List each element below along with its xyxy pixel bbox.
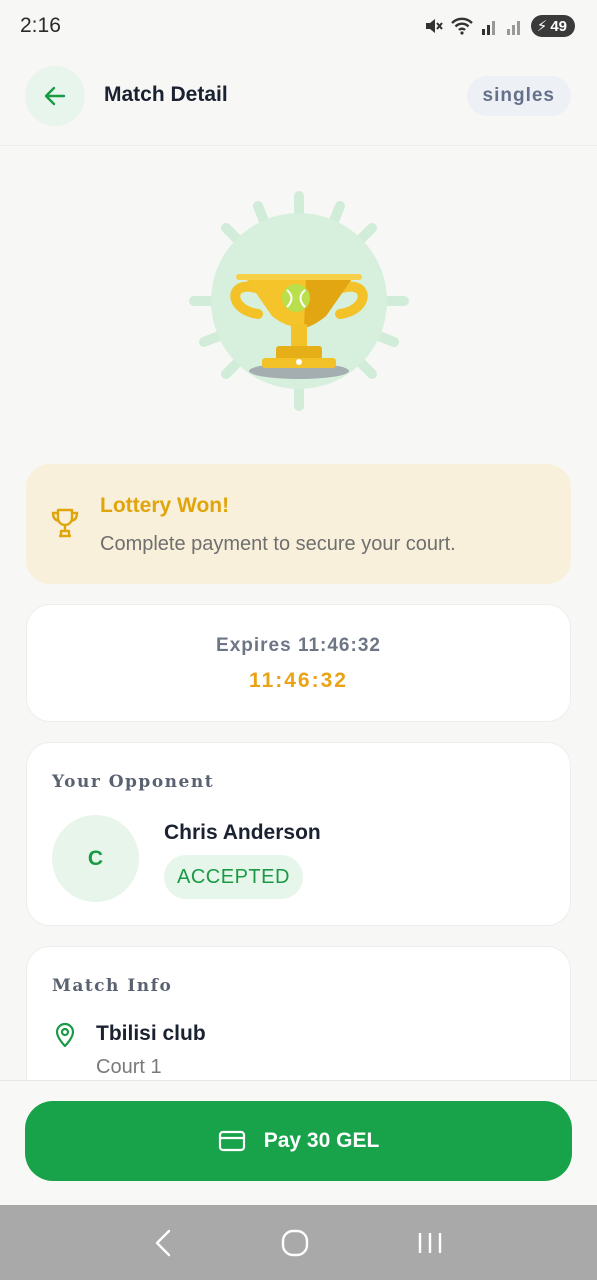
status-bar: 2:16 ⚡ 49 [0,0,597,52]
mute-icon [425,19,443,33]
pay-button[interactable]: Pay 30 GEL [25,1101,572,1181]
nav-back-icon[interactable] [152,1228,176,1258]
match-type-chip: singles [466,76,571,116]
opponent-section-label: Your Opponent [52,772,215,792]
back-arrow-icon [44,86,66,106]
location-pin-icon [55,1022,75,1048]
trophy-illustration [186,188,412,414]
opponent-card: Your Opponent C Chris Anderson ACCEPTED [26,742,571,926]
page-title: Match Detail [104,83,228,106]
nav-home-icon[interactable] [280,1228,310,1258]
trophy-icon [51,508,79,538]
expires-label: Expires 11:46:32 [216,635,381,656]
expiry-card: Expires 11:46:32 11:46:32 [26,604,571,722]
wifi-icon [450,17,473,35]
nav-recents-icon[interactable] [415,1228,445,1258]
lottery-title: Lottery Won! [100,494,230,517]
opponent-name: Chris Anderson [164,821,321,844]
credit-card-icon [218,1130,245,1152]
match-info-section-label: Match Info [52,976,173,996]
opponent-status-badge: ACCEPTED [164,855,303,899]
lottery-won-banner: Lottery Won! Complete payment to secure … [26,464,571,584]
signal-icon-1 [481,21,495,35]
payment-bar: Pay 30 GEL [0,1080,597,1205]
charging-icon: ⚡ [536,18,548,35]
court-name: Court 1 [96,1056,162,1078]
battery-level: 49 [550,17,567,35]
status-icons: ⚡ 49 [423,15,575,37]
opponent-avatar: C [52,815,139,902]
status-time: 2:16 [20,14,61,37]
countdown-timer: 11:46:32 [249,669,348,692]
lottery-message: Complete payment to secure your court. [100,533,456,555]
pay-button-label: Pay 30 GEL [263,1129,380,1152]
app-header: Match Detail singles [0,52,597,146]
system-nav-bar [0,1205,597,1280]
club-name: Tbilisi club [96,1022,206,1045]
back-button[interactable] [25,66,85,126]
battery-indicator: ⚡ 49 [530,15,575,37]
signal-icon-2 [506,21,520,35]
